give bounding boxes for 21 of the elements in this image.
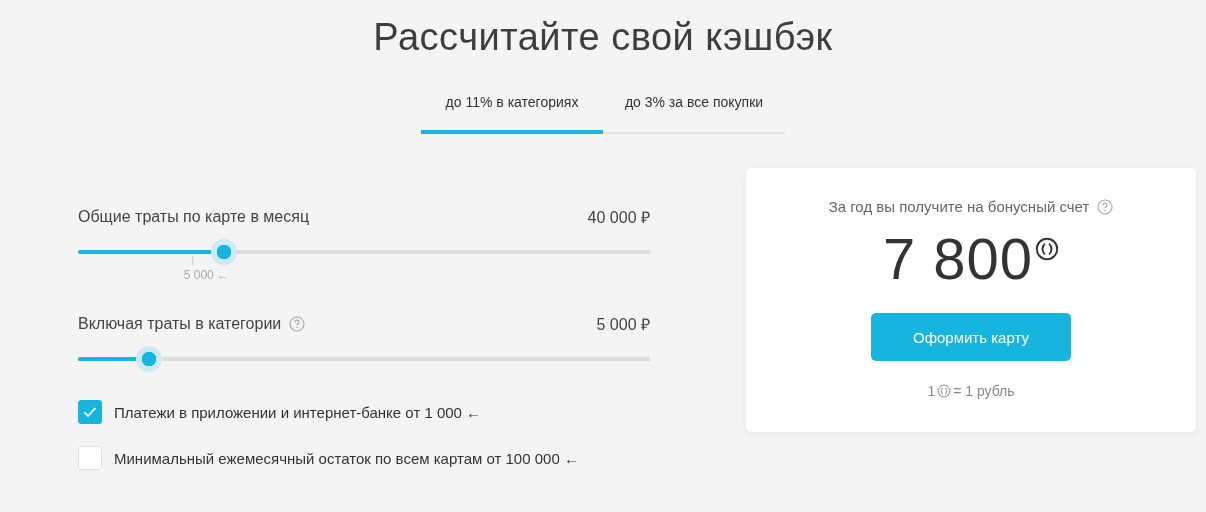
page-title: Рассчитайте свой кэшбэк <box>373 15 833 60</box>
help-icon[interactable] <box>289 316 306 332</box>
result-caption: За год вы получите на бонусный счет <box>828 198 1090 215</box>
tab[interactable]: до 3% за все покупки <box>603 94 785 134</box>
slider-label: Включая траты в категории <box>78 315 282 333</box>
coin-icon <box>937 384 952 398</box>
option-label: Платежи в приложении и интернет-банке от 1 000 ← <box>114 403 482 421</box>
checkbox[interactable] <box>78 400 102 424</box>
cashback-amount: 7 800 <box>882 227 1034 291</box>
tab[interactable]: до 11% в категориях <box>421 94 603 134</box>
slider-thumb[interactable] <box>210 239 237 265</box>
option-label: Минимальный ежемесячный остаток по всем картам от 100 000 ← <box>114 449 579 467</box>
slider-thumb[interactable] <box>135 346 162 372</box>
slider-value: 5 000 ₽ <box>596 315 650 335</box>
slider-value: 40 000 ₽ <box>587 208 650 228</box>
marker-label: 5 000 ← <box>183 268 230 282</box>
coin-icon <box>1035 237 1060 261</box>
rate-text: = 1 рубль <box>953 383 1015 399</box>
help-icon[interactable] <box>1097 198 1114 215</box>
rate-text: 1 <box>927 383 936 399</box>
slider-label: Общие траты по карте в месяц <box>78 208 310 226</box>
